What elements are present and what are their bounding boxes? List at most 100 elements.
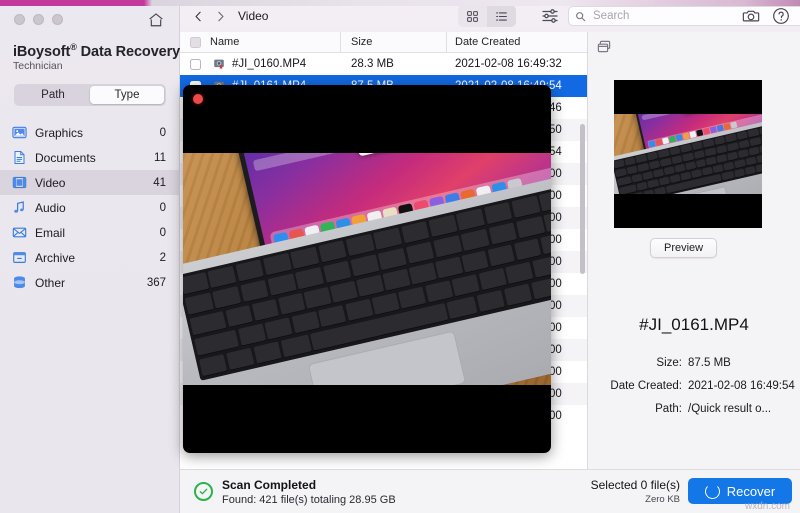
grid-view-icon[interactable] [458, 5, 487, 27]
view-mode-toggle[interactable] [458, 5, 516, 27]
thumbnail-still-image [614, 114, 762, 194]
table-row[interactable]: #JI_0160.MP428.3 MB2021-02-08 16:49:32 [180, 53, 587, 75]
close-icon[interactable] [193, 94, 203, 104]
selected-files-count: Selected 0 file(s) [591, 478, 680, 492]
sidebar-item-graphics[interactable]: Graphics 0 [0, 120, 180, 145]
sidebar-item-video[interactable]: Video 41 [0, 170, 180, 195]
detail-row-date-created: Date Created: 2021-02-08 16:49:54 [588, 380, 800, 392]
video-player-overlay[interactable] [183, 85, 551, 453]
file-thumbnail[interactable] [614, 80, 762, 228]
cell-name: #JI_0160.MP4 [228, 58, 341, 70]
sidebar-item-other[interactable]: Other 367 [0, 270, 180, 295]
window-top-gradient-strip [0, 0, 800, 6]
column-header-name[interactable]: Name [210, 32, 341, 52]
select-all-cell[interactable] [180, 37, 210, 48]
detail-file-name: #JI_0161.MP4 [588, 315, 800, 335]
help-icon[interactable] [772, 7, 790, 25]
video-frame [183, 153, 551, 385]
forward-button[interactable] [210, 5, 230, 27]
sidebar-item-email[interactable]: Email 0 [0, 220, 180, 245]
cell-date-created: 2021-02-08 16:49:32 [447, 58, 587, 70]
video-still-image [183, 153, 551, 385]
maximize-window-button[interactable] [52, 14, 63, 25]
preview-button[interactable]: Preview [650, 238, 717, 258]
breadcrumb: Video [238, 9, 268, 23]
mail-icon [11, 225, 27, 241]
category-list: Graphics 0 Documents 11 Video 41 [0, 120, 180, 295]
detail-value[interactable]: /Quick result o... [688, 403, 800, 415]
detail-fields: Size: 87.5 MB Date Created: 2021-02-08 1… [588, 357, 800, 426]
toolbar-right-actions [742, 7, 790, 25]
app-edition: Technician [13, 60, 63, 72]
selection-info: Selected 0 file(s) Zero KB [591, 478, 680, 505]
sidebar-item-label: Other [35, 276, 147, 290]
brand-suffix: Data Recovery [77, 44, 180, 60]
camera-icon[interactable] [742, 7, 760, 25]
sidebar-item-audio[interactable]: Audio 0 [0, 195, 180, 220]
row-checkbox[interactable] [190, 59, 201, 70]
column-header-size[interactable]: Size [341, 32, 447, 52]
detail-panel: Preview #JI_0161.MP4 Size: 87.5 MB Date … [588, 32, 800, 470]
detail-value: 87.5 MB [688, 357, 800, 369]
sidebar-item-archive[interactable]: Archive 2 [0, 245, 180, 270]
sidebar-item-count: 0 [160, 127, 166, 139]
file-list-scrollbar[interactable] [580, 124, 585, 274]
secondary-window [253, 153, 551, 171]
sidebar-item-count: 367 [147, 277, 166, 289]
path-type-segmented-control[interactable]: Path Type [14, 84, 166, 106]
scan-status-title: Scan Completed [222, 478, 316, 492]
video-icon [11, 175, 27, 191]
status-bar: Scan Completed Found: 421 file(s) totali… [180, 469, 800, 513]
success-check-icon [194, 482, 213, 501]
filter-icon[interactable] [540, 6, 560, 26]
detail-label: Path: [588, 403, 688, 415]
sidebar-item-count: 0 [160, 227, 166, 239]
sidebar-item-label: Email [35, 226, 160, 240]
sidebar-item-label: Documents [35, 151, 154, 165]
sidebar-item-count: 2 [160, 252, 166, 264]
brand-name: iBoysoft [13, 44, 70, 60]
refresh-ring-icon [705, 484, 720, 499]
detail-row-path: Path: /Quick result o... [588, 403, 800, 415]
column-header-date-created[interactable]: Date Created [447, 32, 587, 52]
image-icon [11, 125, 27, 141]
database-icon [11, 275, 27, 291]
select-all-checkbox[interactable] [190, 37, 201, 48]
detail-value: 2021-02-08 16:49:54 [688, 380, 800, 392]
document-icon [11, 150, 27, 166]
home-icon[interactable] [147, 11, 165, 29]
sidebar-item-label: Audio [35, 201, 160, 215]
sidebar-item-count: 11 [154, 152, 166, 164]
back-button[interactable] [188, 5, 208, 27]
sidebar-item-label: Archive [35, 251, 160, 265]
archive-icon [11, 250, 27, 266]
sidebar-item-label: Graphics [35, 126, 160, 140]
segment-type[interactable]: Type [90, 86, 164, 104]
navigation-arrows [188, 5, 230, 27]
thumbnail-frame [614, 114, 762, 194]
windows-stack-icon[interactable] [596, 39, 612, 55]
sidebar-item-label: Video [35, 176, 153, 190]
close-window-button[interactable] [14, 14, 25, 25]
detail-row-size: Size: 87.5 MB [588, 357, 800, 369]
search-icon [575, 11, 586, 22]
main-content: Video [180, 0, 800, 513]
app-title: iBoysoft® Data Recovery [13, 42, 180, 60]
file-list-header: Name Size Date Created [180, 32, 587, 53]
segment-path[interactable]: Path [16, 86, 90, 104]
scan-status-subtitle: Found: 421 file(s) totaling 28.95 GB [222, 494, 396, 506]
recover-button-label: Recover [727, 484, 775, 499]
minimize-window-button[interactable] [33, 14, 44, 25]
app-window: iBoysoft® Data Recovery Technician Path … [0, 0, 800, 513]
sidebar-item-count: 0 [160, 202, 166, 214]
open-window [351, 153, 477, 156]
sidebar-item-count: 41 [153, 177, 166, 189]
sidebar-item-documents[interactable]: Documents 11 [0, 145, 180, 170]
detail-label: Size: [588, 357, 688, 369]
cell-size: 28.3 MB [341, 58, 447, 70]
list-view-icon[interactable] [487, 5, 516, 27]
window-controls [14, 14, 63, 25]
video-file-icon [210, 58, 228, 70]
music-icon [11, 200, 27, 216]
row-checkbox-cell[interactable] [180, 59, 210, 70]
